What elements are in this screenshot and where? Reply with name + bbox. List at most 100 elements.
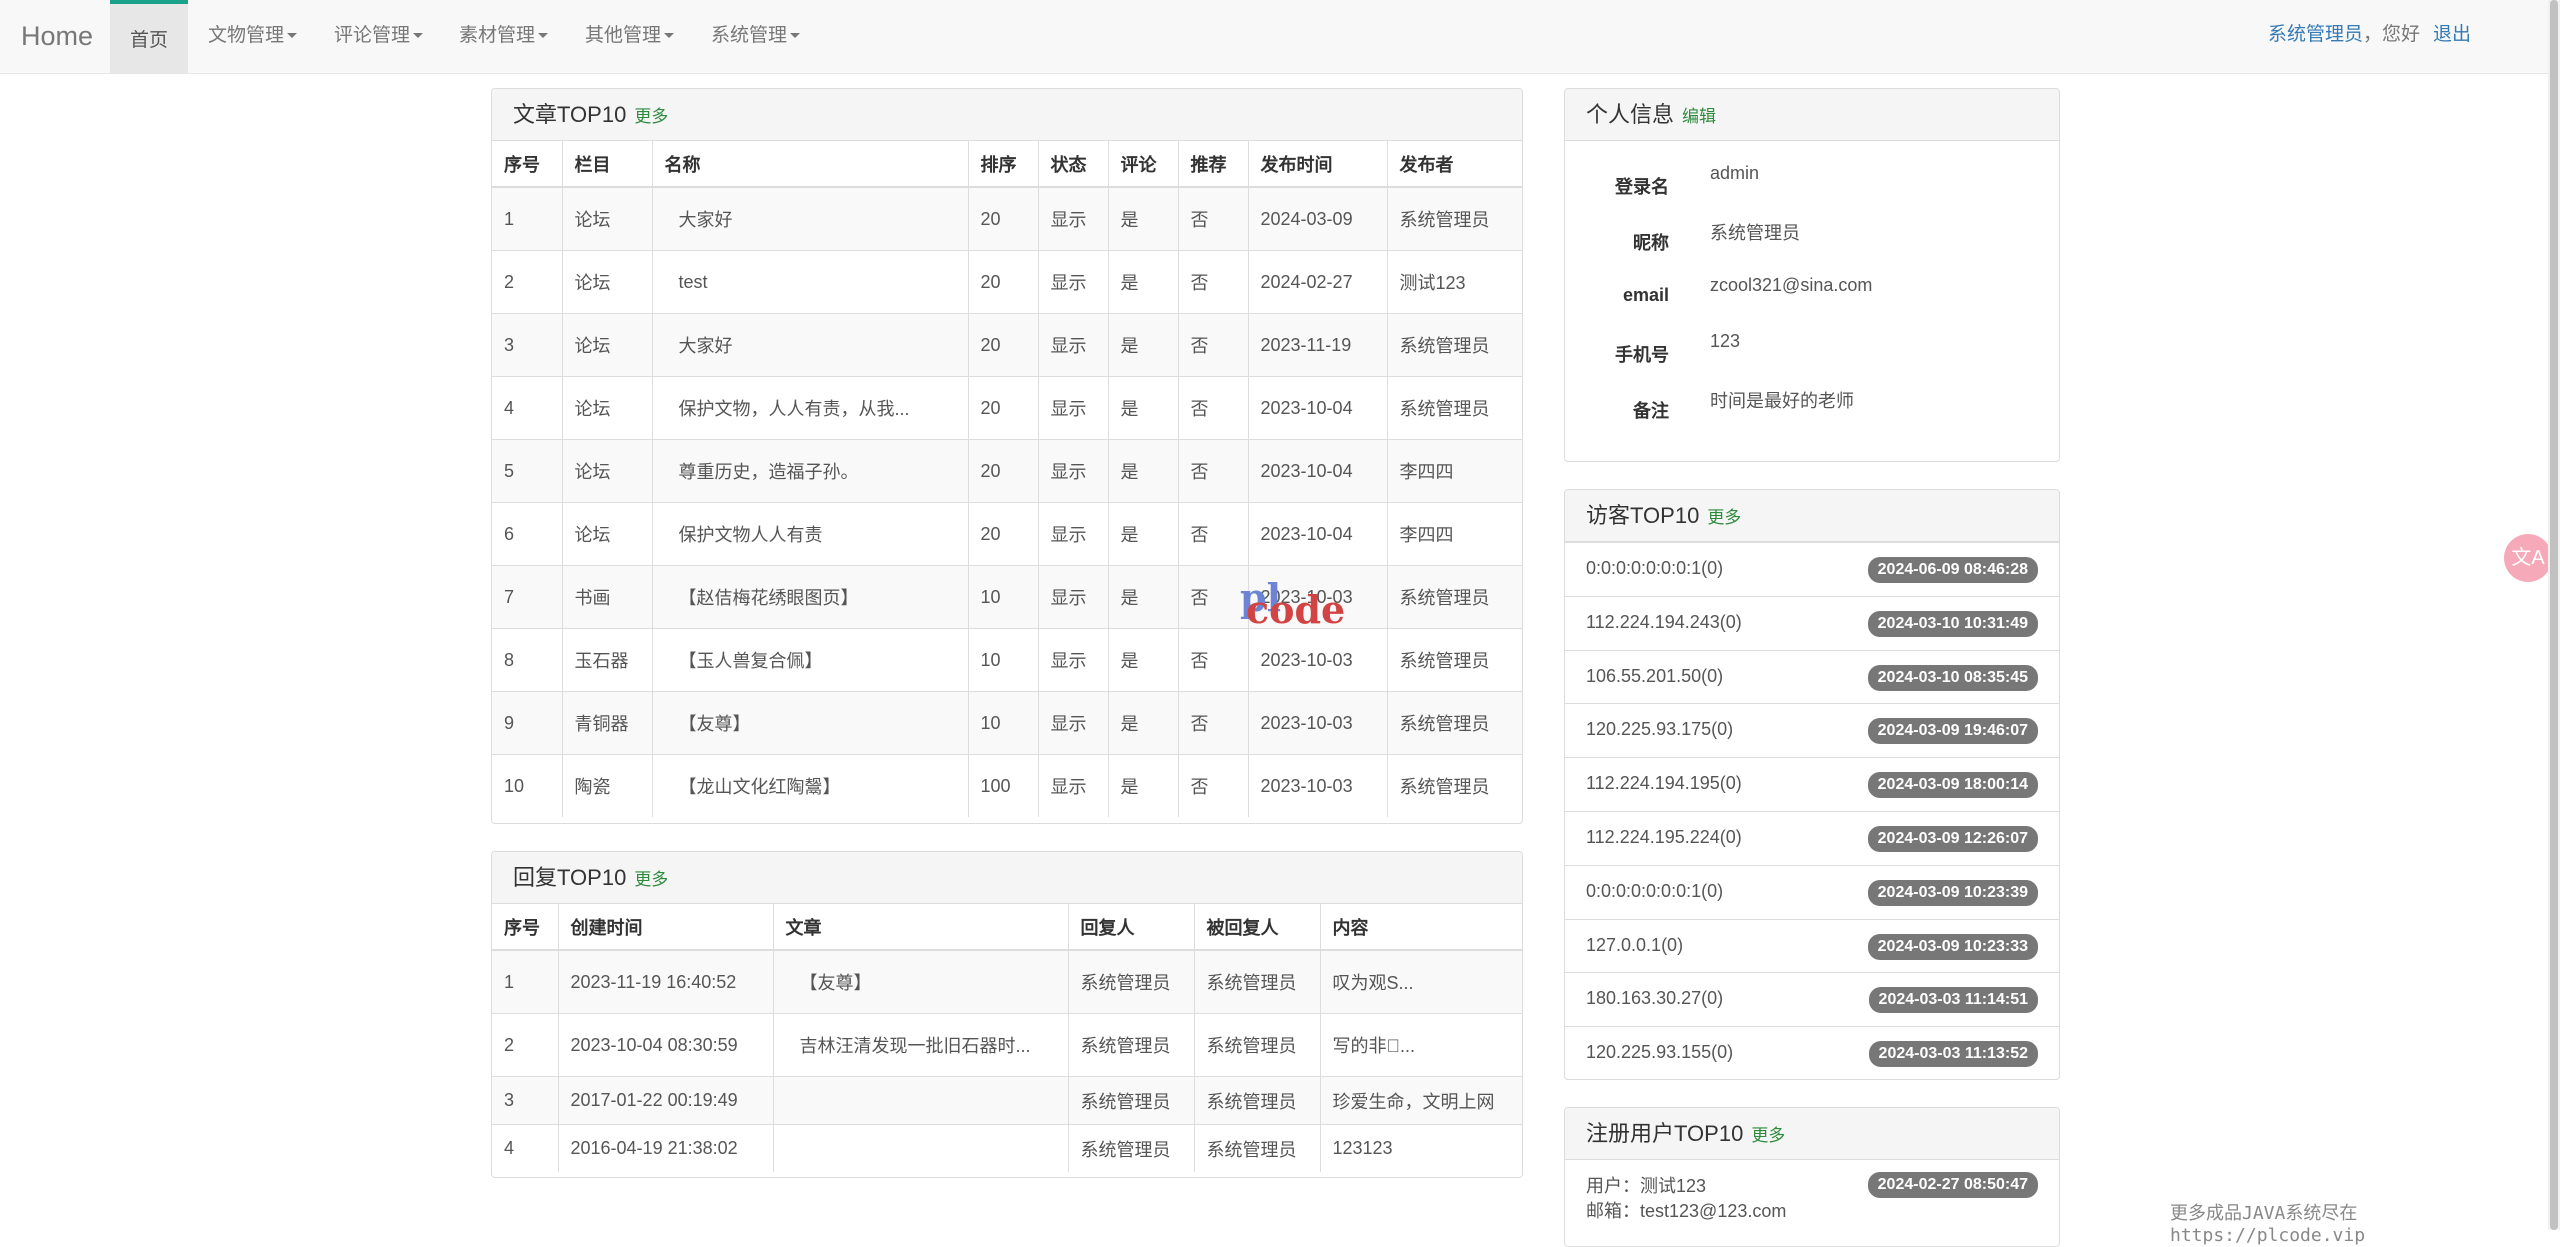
visit-time-badge: 2024-03-09 18:00:14 [1867, 772, 2038, 799]
table-cell: 叹为观S... [1320, 949, 1522, 1014]
column-header: 名称 [652, 141, 969, 188]
article-name-cell[interactable]: 【龙山文化红陶鬶】 [652, 754, 969, 817]
more-link[interactable]: 更多 [1751, 1126, 1785, 1145]
table-cell: 是 [1108, 439, 1179, 503]
table-row: 10 陶瓷 【龙山文化红陶鬶】 100 显示是否 2023-10-03 系统管理员 [492, 754, 1522, 817]
more-link[interactable]: 更多 [634, 870, 668, 889]
nav-home-tab[interactable]: 首页 [110, 0, 188, 73]
edit-profile-link[interactable]: 编辑 [1682, 107, 1716, 126]
article-name-cell[interactable]: 大家好 [652, 186, 969, 251]
scrollbar-thumb[interactable] [2550, 0, 2558, 1230]
table-cell: 4 [492, 1124, 559, 1172]
field-label: email [1622, 285, 1669, 305]
table-cell: 显示 [1038, 628, 1109, 692]
caret-down-icon [664, 33, 675, 39]
article-name-cell[interactable]: 【友尊】 [652, 691, 969, 755]
caret-down-icon [287, 33, 298, 39]
table-cell: 10 [968, 691, 1039, 755]
table-cell: 显示 [1038, 313, 1109, 377]
article-name-cell[interactable]: 保护文物，人人有责，从我... [652, 376, 969, 440]
table-cell: 是 [1108, 754, 1179, 817]
registered-time-badge: 2024-02-27 08:50:47 [1867, 1172, 2038, 1198]
article-name-cell[interactable]: 【赵佶梅花绣眼图页】 [652, 565, 969, 629]
article-name-cell[interactable]: 【玉人兽复合佩】 [652, 628, 969, 692]
panel-title: 回复TOP10 [513, 865, 627, 890]
article-name-cell[interactable]: test [652, 250, 969, 314]
table-cell: 系统管理员 [1194, 1013, 1321, 1077]
column-header: 回复人 [1068, 904, 1195, 951]
table-row: 3 论坛 大家好 20 显示是否 2023-11-19 系统管理员 [492, 313, 1522, 377]
visitor-list-item: 180.163.30.27(0) 2024-03-03 11:14:51 [1565, 972, 2059, 1026]
panel-title: 文章TOP10 [513, 102, 627, 127]
nav-menu-artifacts[interactable]: 文物管理 [208, 0, 298, 73]
visitor-list-item: 112.224.194.195(0) 2024-03-09 18:00:14 [1565, 757, 2059, 811]
visit-time-badge: 2024-03-03 11:14:51 [1868, 987, 2038, 1014]
reply-article-cell[interactable] [773, 1076, 1069, 1125]
nav-menu-system[interactable]: 系统管理 [711, 0, 801, 73]
nav-menu-materials[interactable]: 素材管理 [459, 0, 549, 73]
nav-menu-label: 其他管理 [585, 25, 662, 46]
table-cell: 否 [1178, 565, 1249, 629]
page-scrollbar[interactable] [2548, 0, 2560, 1230]
panel-heading: 文章TOP10 更多 [492, 89, 1522, 141]
registered-user-email: 邮箱：test123@123.com [1586, 1201, 1787, 1221]
table-row: 4 论坛 保护文物，人人有责，从我... 20 显示是否 2023-10-04 系统管理员 [492, 376, 1522, 440]
reply-table: 序号 创建时间 文章 回复人 被回复人 内容 1 2023-11-19 16:40… [492, 904, 1522, 1172]
current-user-link[interactable]: 系统管理员 [2268, 24, 2363, 45]
table-header-row: 序号 创建时间 文章 回复人 被回复人 内容 [492, 904, 1522, 951]
column-header: 推荐 [1178, 141, 1249, 188]
profile-row-email: email zcool321@sina.com [1565, 271, 2059, 327]
table-cell: 论坛 [562, 502, 653, 566]
user-greeting: 系统管理员，您好 [2268, 0, 2420, 74]
field-value: 123 [1710, 331, 1741, 351]
visitor-list-item: 112.224.195.224(0) 2024-03-09 12:26:07 [1565, 811, 2059, 865]
reply-article-cell[interactable]: 【友尊】 [773, 949, 1069, 1014]
logout-link[interactable]: 退出 [2433, 0, 2471, 74]
table-cell: 2017-01-22 00:19:49 [558, 1076, 774, 1125]
table-cell: 是 [1108, 376, 1179, 440]
logout-label: 退出 [2433, 24, 2472, 45]
table-row: 1 2023-11-19 16:40:52 【友尊】 系统管理员 系统管理员 叹为观S..… [492, 949, 1522, 1014]
article-name-cell[interactable]: 大家好 [652, 313, 969, 377]
table-cell: 3 [492, 1076, 559, 1125]
table-cell: 100 [968, 754, 1039, 817]
field-value: admin [1710, 163, 1760, 183]
more-link[interactable]: 更多 [634, 107, 668, 126]
translate-icon[interactable]: 文A [2504, 534, 2552, 582]
article-name-cell[interactable]: 保护文物人人有责 [652, 502, 969, 566]
reply-article-cell[interactable] [773, 1124, 1069, 1172]
table-cell: 20 [968, 376, 1039, 440]
visitor-ip: 180.163.30.27(0) [1586, 988, 1724, 1009]
column-header: 发布者 [1387, 141, 1522, 188]
column-header: 评论 [1108, 141, 1179, 188]
table-cell: 显示 [1038, 186, 1109, 251]
visitor-ip: 106.55.201.50(0) [1586, 665, 1724, 686]
table-cell: 系统管理员 [1387, 754, 1522, 817]
more-link[interactable]: 更多 [1707, 508, 1741, 527]
table-cell: 是 [1108, 186, 1179, 251]
table-cell: 2016-04-19 21:38:02 [558, 1124, 774, 1172]
visitor-ip: 127.0.0.1(0) [1586, 934, 1684, 955]
table-cell: 2023-10-04 [1248, 502, 1388, 566]
table-cell: 20 [968, 186, 1039, 251]
article-name-cell[interactable]: 尊重历史，造福子孙。 [652, 439, 969, 503]
nav-menu-other[interactable]: 其他管理 [585, 0, 675, 73]
brand-home-link[interactable]: Home [21, 0, 93, 74]
table-cell: 显示 [1038, 439, 1109, 503]
table-cell: 显示 [1038, 376, 1109, 440]
visitor-ip: 0:0:0:0:0:0:0:1(0) [1586, 558, 1724, 578]
table-cell: 否 [1178, 502, 1249, 566]
registered-user-item: 用户：测试123 邮箱：test123@123.com 2024-02-27 0… [1565, 1160, 2059, 1230]
table-row: 7 书画 【赵佶梅花绣眼图页】 10 显示是否 2023-10-03 系统管理员 [492, 565, 1522, 629]
table-cell: 系统管理员 [1068, 949, 1195, 1014]
reply-article-cell[interactable]: 吉林汪清发现一批旧石器时... [773, 1013, 1069, 1077]
table-row: 4 2016-04-19 21:38:02 系统管理员 系统管理员 123123 [492, 1124, 1522, 1172]
column-header: 状态 [1038, 141, 1109, 188]
visit-time-badge: 2024-03-09 10:23:39 [1867, 879, 2038, 906]
table-row: 6 论坛 保护文物人人有责 20 显示是否 2023-10-04 李四四 [492, 502, 1522, 566]
nav-menu-comments[interactable]: 评论管理 [334, 0, 424, 73]
table-cell: 20 [968, 439, 1039, 503]
field-value: zcool321@sina.com [1710, 275, 1873, 295]
field-label: 备注 [1633, 401, 1669, 421]
table-cell: 系统管理员 [1194, 1124, 1321, 1172]
